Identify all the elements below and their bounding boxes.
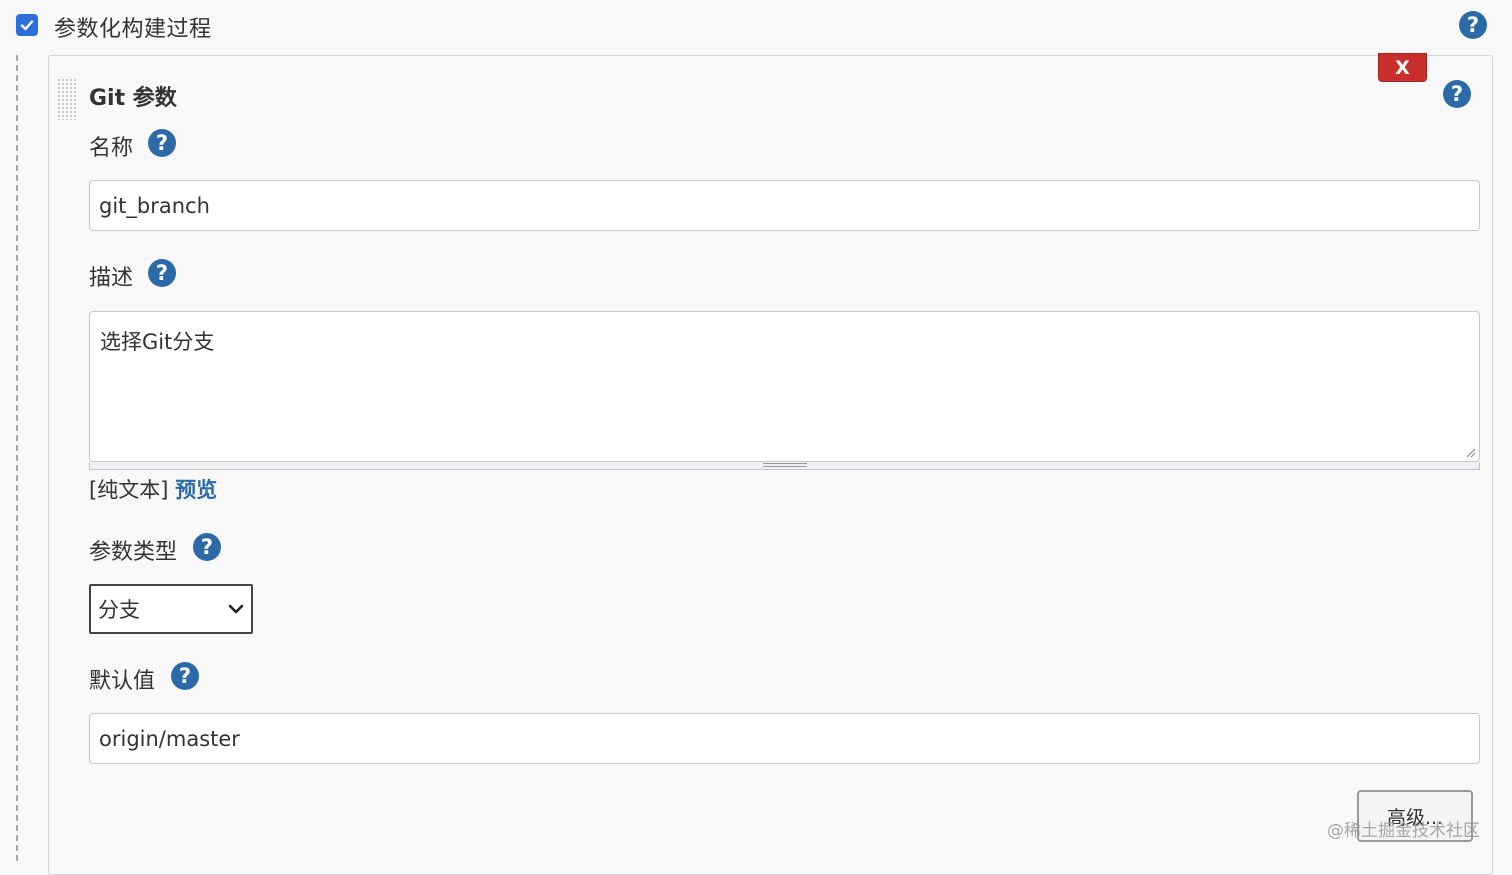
grip-icon [763,463,807,467]
parameterized-build-title: 参数化构建过程 [54,17,212,42]
plain-text-label: [纯文本] [89,478,169,502]
watermark: @稀土掘金技术社区 [1327,821,1480,841]
help-icon[interactable]: ? [193,533,221,561]
parameter-type-select[interactable]: 分支 [89,584,253,634]
help-icon[interactable]: ? [1459,11,1487,39]
parameter-block-title: Git 参数 [89,86,177,111]
description-value: 选择Git分支 [100,330,215,354]
parameter-type-selected: 分支 [98,598,140,622]
chevron-down-icon [228,604,244,614]
description-textarea[interactable]: 选择Git分支 [89,311,1480,462]
help-icon[interactable]: ? [1443,80,1471,108]
resize-handle-icon[interactable] [1464,446,1476,458]
drag-handle-icon[interactable] [57,78,77,120]
preview-link[interactable]: 预览 [175,478,217,502]
parameter-type-label: 参数类型 [89,540,178,565]
help-icon[interactable]: ? [148,259,176,287]
default-value-label: 默认值 [89,669,156,694]
section-divider [16,55,18,861]
default-value-input[interactable]: origin/master [89,713,1480,764]
description-label: 描述 [89,266,134,291]
name-label: 名称 [89,136,134,161]
delete-parameter-button[interactable]: X [1378,53,1427,82]
textarea-resize-bar[interactable] [89,462,1480,470]
help-icon[interactable]: ? [171,662,199,690]
name-input-value: git_branch [99,193,210,218]
checkmark-icon [20,20,34,31]
description-format-row: [纯文本] 预览 [89,474,217,504]
name-input[interactable]: git_branch [89,180,1480,231]
parameterized-build-checkbox[interactable] [16,14,38,36]
default-value-value: origin/master [99,726,240,751]
help-icon[interactable]: ? [148,129,176,157]
